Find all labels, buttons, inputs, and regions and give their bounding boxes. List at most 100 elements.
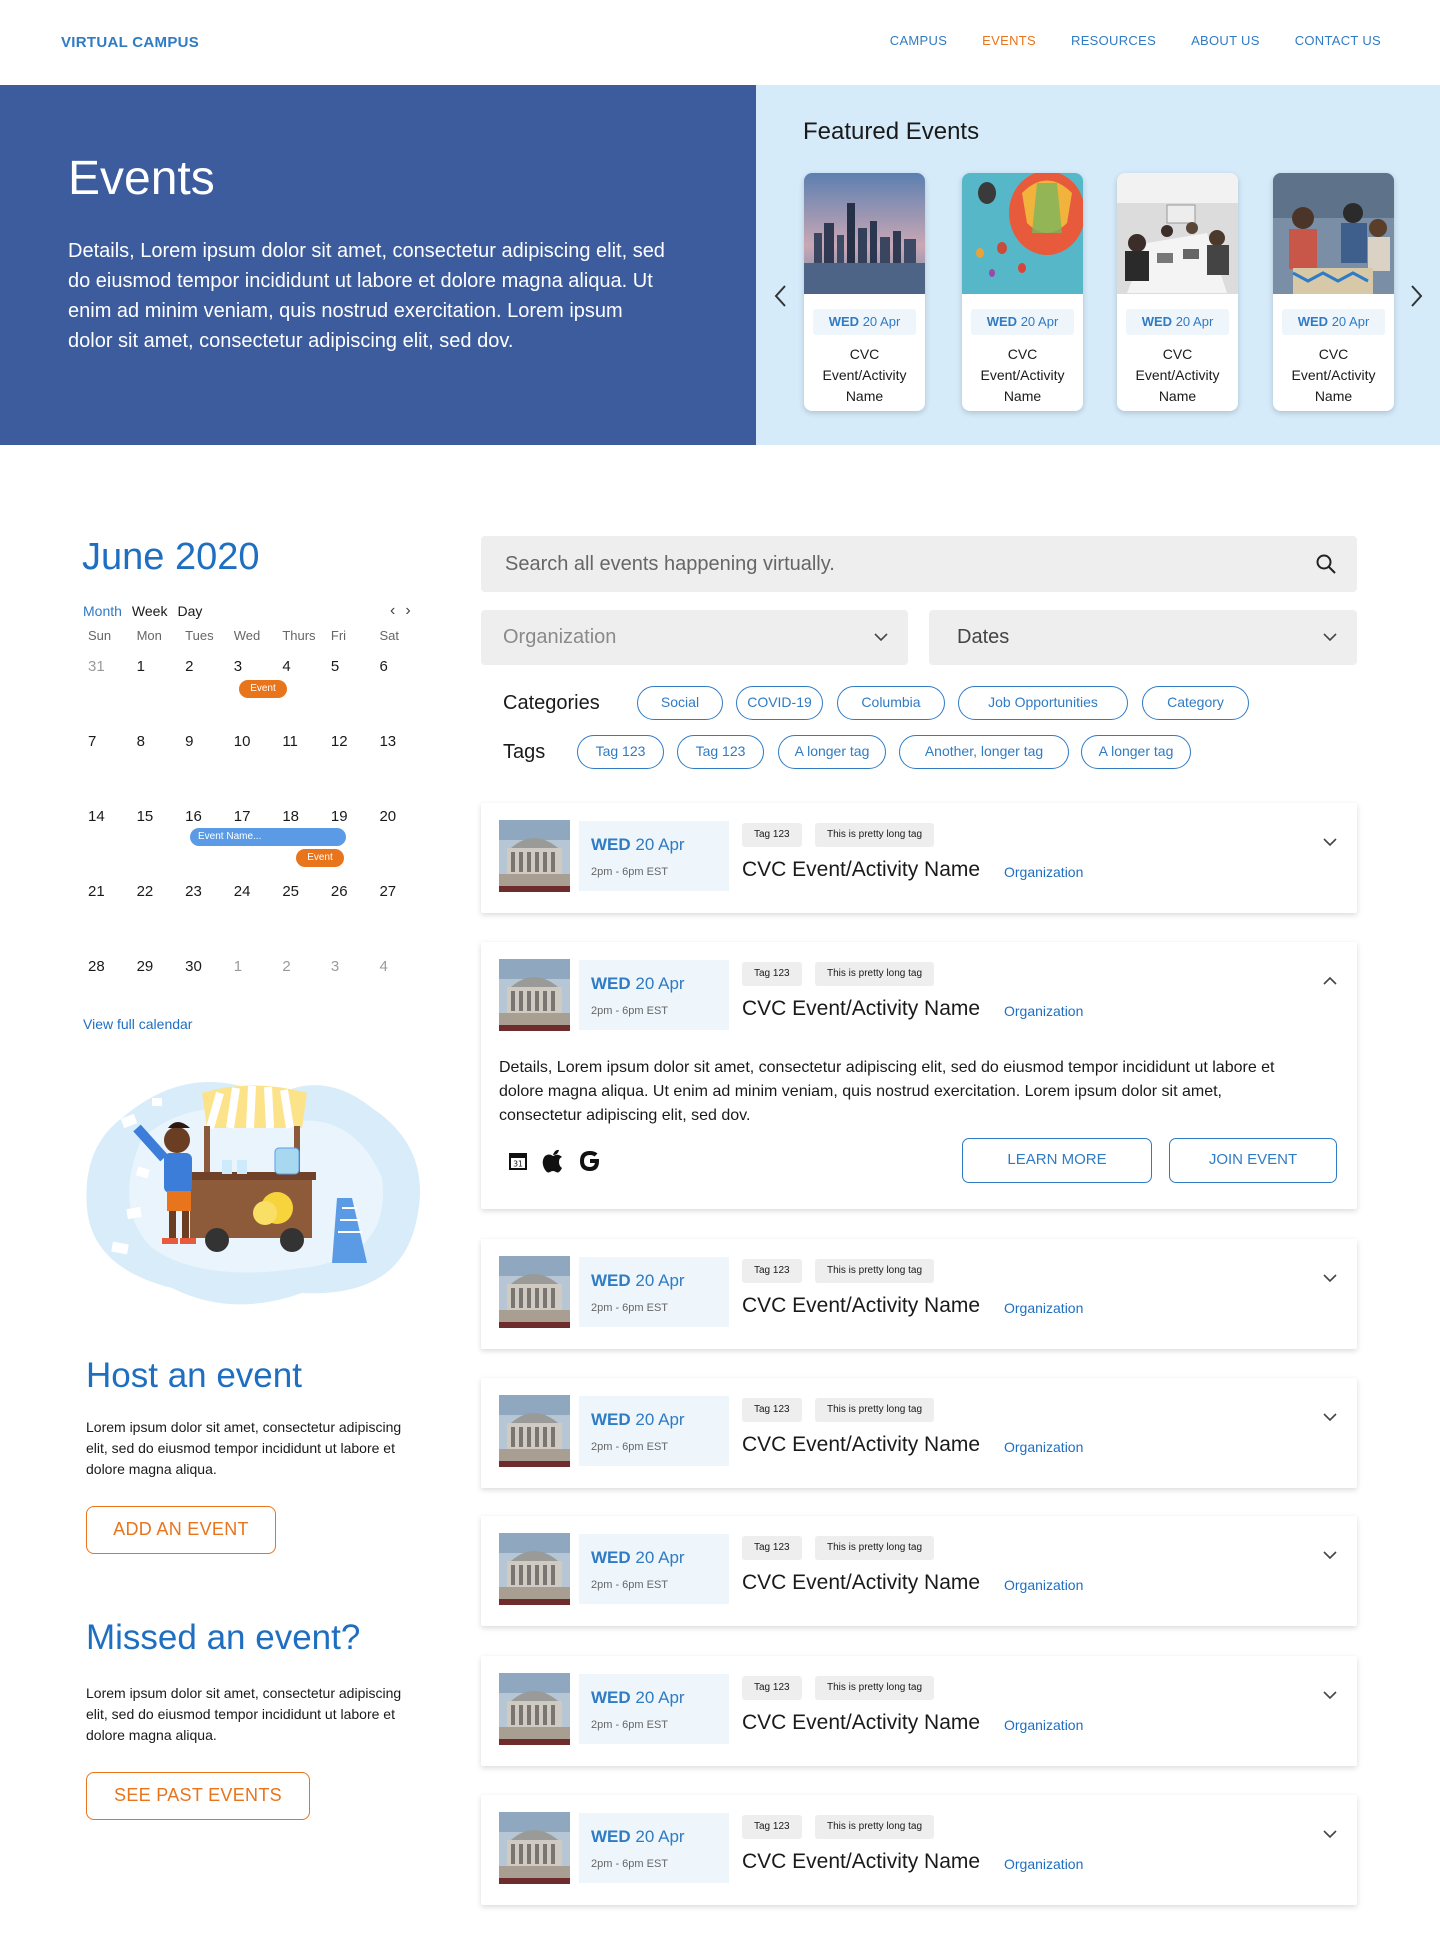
event-tag[interactable]: This is pretty long tag [815, 1815, 935, 1839]
chevron-up-icon[interactable] [1321, 972, 1339, 990]
apple-icon[interactable] [541, 1148, 565, 1174]
event-tag[interactable]: This is pretty long tag [815, 962, 935, 986]
calendar-event-badge[interactable]: Event [296, 849, 344, 867]
chevron-down-icon[interactable] [1321, 1686, 1339, 1704]
calendar-day[interactable]: 28 [82, 950, 131, 1025]
calendar-event-badge[interactable]: Event [239, 680, 287, 698]
chevron-down-icon[interactable] [1321, 1269, 1339, 1287]
chevron-down-icon[interactable] [1321, 1825, 1339, 1843]
calendar-day[interactable]: 1 [131, 650, 180, 725]
organization-select[interactable]: Organization [481, 610, 908, 665]
nav-link-campus[interactable]: CAMPUS [890, 33, 947, 48]
view-full-calendar-link[interactable]: View full calendar [83, 1016, 192, 1032]
calendar-day[interactable]: 2 [276, 950, 325, 1025]
calendar-day[interactable]: 11 [276, 725, 325, 800]
calendar-prev-icon[interactable]: ‹ [390, 602, 395, 620]
event-organization-link[interactable]: Organization [1004, 864, 1083, 880]
search-input[interactable] [505, 536, 1285, 592]
event-organization-link[interactable]: Organization [1004, 1439, 1083, 1455]
event-card[interactable]: WED 20 Apr 2pm - 6pm EST Tag 123 This is pr… [481, 942, 1357, 1209]
dates-select[interactable]: Dates [929, 610, 1357, 665]
calendar-next-icon[interactable]: › [405, 602, 410, 620]
event-tag[interactable]: Tag 123 [742, 1676, 802, 1700]
calendar-day[interactable]: 8 [131, 725, 180, 800]
calendar-day[interactable]: 21 [82, 875, 131, 950]
calendar-day[interactable]: 23 [179, 875, 228, 950]
event-card[interactable]: WED 20 Apr 2pm - 6pm EST Tag 123 This is pr… [481, 803, 1357, 913]
calendar-day[interactable]: 26 [325, 875, 374, 950]
nav-link-events[interactable]: EVENTS [982, 33, 1036, 48]
carousel-prev-arrow-icon[interactable] [771, 283, 791, 309]
calendar-day[interactable]: 12 [325, 725, 374, 800]
calendar-day[interactable]: 25 [276, 875, 325, 950]
google-calendar-icon[interactable]: 31 [507, 1150, 529, 1172]
calendar-mode-week[interactable]: Week [132, 603, 168, 619]
brand-logo[interactable]: VIRTUAL CAMPUS [61, 34, 199, 51]
event-tag[interactable]: Tag 123 [742, 823, 802, 847]
calendar-day[interactable]: 4 [373, 950, 422, 1025]
event-tag[interactable]: Tag 123 [742, 1398, 802, 1422]
event-name[interactable]: CVC Event/Activity Name [742, 1711, 980, 1735]
calendar-day[interactable]: 10 [228, 725, 277, 800]
featured-event-card[interactable]: WED 20 Apr CVC Event/Activity Name [804, 173, 925, 411]
event-tag[interactable]: Tag 123 [742, 1259, 802, 1283]
learn-more-button[interactable]: LEARN MORE [962, 1138, 1152, 1183]
chevron-down-icon[interactable] [1321, 833, 1339, 851]
calendar-day[interactable]: 27 [373, 875, 422, 950]
calendar-day[interactable]: 29 [131, 950, 180, 1025]
chevron-down-icon[interactable] [1321, 1546, 1339, 1564]
tag-pill[interactable]: Tag 123 [577, 735, 664, 769]
tag-pill[interactable]: Tag 123 [677, 735, 764, 769]
calendar-day[interactable]: 9 [179, 725, 228, 800]
calendar-day[interactable]: 24 [228, 875, 277, 950]
event-card[interactable]: WED 20 Apr 2pm - 6pm EST Tag 123 This is pr… [481, 1795, 1357, 1905]
event-tag[interactable]: This is pretty long tag [815, 1398, 935, 1422]
calendar-day[interactable]: 20 [373, 800, 422, 875]
event-name[interactable]: CVC Event/Activity Name [742, 1571, 980, 1595]
calendar-day[interactable]: 6 [373, 650, 422, 725]
event-name[interactable]: CVC Event/Activity Name [742, 997, 980, 1021]
event-tag[interactable]: This is pretty long tag [815, 823, 935, 847]
nav-link-about-us[interactable]: ABOUT US [1191, 33, 1260, 48]
event-organization-link[interactable]: Organization [1004, 1003, 1083, 1019]
tag-pill[interactable]: A longer tag [1081, 735, 1191, 769]
search-icon[interactable] [1315, 553, 1337, 575]
event-organization-link[interactable]: Organization [1004, 1856, 1083, 1872]
calendar-day[interactable]: 15 [131, 800, 180, 875]
event-name[interactable]: CVC Event/Activity Name [742, 1294, 980, 1318]
event-name[interactable]: CVC Event/Activity Name [742, 1433, 980, 1457]
calendar-day[interactable]: 13 [373, 725, 422, 800]
event-card[interactable]: WED 20 Apr 2pm - 6pm EST Tag 123 This is pr… [481, 1656, 1357, 1766]
featured-event-card[interactable]: WED 20 Apr CVC Event/Activity Name [962, 173, 1083, 411]
event-card[interactable]: WED 20 Apr 2pm - 6pm EST Tag 123 This is pr… [481, 1239, 1357, 1349]
calendar-day[interactable]: 31 [82, 650, 131, 725]
event-card[interactable]: WED 20 Apr 2pm - 6pm EST Tag 123 This is pr… [481, 1516, 1357, 1626]
nav-link-resources[interactable]: RESOURCES [1071, 33, 1156, 48]
event-organization-link[interactable]: Organization [1004, 1717, 1083, 1733]
chevron-down-icon[interactable] [1321, 1408, 1339, 1426]
event-tag[interactable]: This is pretty long tag [815, 1676, 935, 1700]
join-event-button[interactable]: JOIN EVENT [1169, 1138, 1337, 1183]
category-pill[interactable]: Job Opportunities [958, 686, 1128, 720]
category-pill[interactable]: Columbia [837, 686, 945, 720]
nav-link-contact-us[interactable]: CONTACT US [1295, 33, 1381, 48]
calendar-day[interactable]: 2 [179, 650, 228, 725]
category-pill[interactable]: Category [1142, 686, 1249, 720]
event-tag[interactable]: Tag 123 [742, 1815, 802, 1839]
event-name[interactable]: CVC Event/Activity Name [742, 1850, 980, 1874]
event-organization-link[interactable]: Organization [1004, 1577, 1083, 1593]
calendar-day[interactable]: 1 [228, 950, 277, 1025]
event-tag[interactable]: Tag 123 [742, 962, 802, 986]
tag-pill[interactable]: Another, longer tag [899, 735, 1069, 769]
calendar-mode-month[interactable]: Month [83, 603, 122, 619]
calendar-day[interactable]: 14 [82, 800, 131, 875]
calendar-mode-day[interactable]: Day [177, 603, 202, 619]
carousel-next-arrow-icon[interactable] [1406, 283, 1426, 309]
featured-event-card[interactable]: WED 20 Apr CVC Event/Activity Name [1117, 173, 1238, 411]
add-event-button[interactable]: ADD AN EVENT [86, 1506, 276, 1554]
calendar-day[interactable]: 7 [82, 725, 131, 800]
category-pill[interactable]: COVID-19 [736, 686, 823, 720]
event-tag[interactable]: Tag 123 [742, 1536, 802, 1560]
event-tag[interactable]: This is pretty long tag [815, 1259, 935, 1283]
event-tag[interactable]: This is pretty long tag [815, 1536, 935, 1560]
